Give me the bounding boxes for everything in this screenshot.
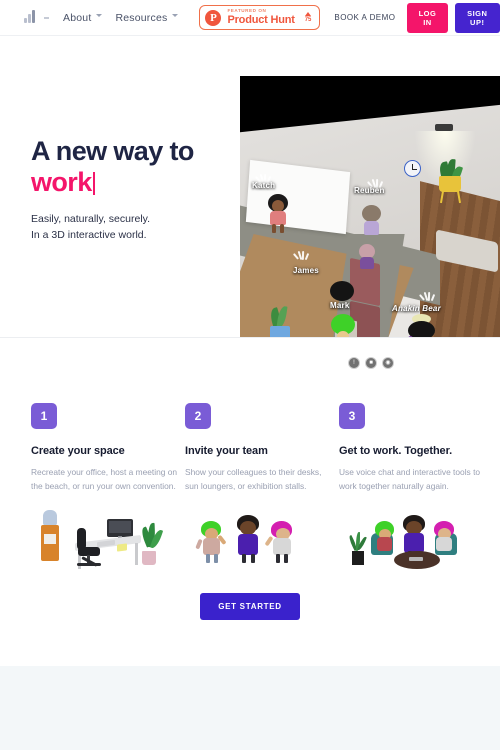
plant-pot-icon [352, 551, 364, 566]
step-card-3: 3 Get to work. Together. Use voice chat … [339, 403, 490, 579]
hero-title-line-1: A new way to [31, 136, 194, 166]
avatar-torso [273, 538, 291, 556]
scene-plant-pot [439, 176, 461, 192]
avatar-torso [238, 534, 258, 556]
camera-icon[interactable]: ■ [365, 357, 377, 369]
avatar-body [364, 221, 379, 235]
office-illustration [31, 507, 182, 579]
nav-divider-dash [44, 16, 49, 19]
avatar-name-james: James [293, 266, 319, 275]
avatar-body [360, 257, 374, 269]
chevron-down-icon [172, 14, 179, 21]
product-hunt-vote-count: 75 [304, 17, 312, 23]
logo-bar-3 [32, 9, 35, 23]
avatar-name-anakin-bear: Anakin Bear [392, 304, 441, 313]
sign-up-button[interactable]: SIGN UP! [454, 2, 500, 33]
avatar-leg [251, 554, 255, 564]
step-card-2: 2 Invite your team Show your colleagues … [185, 403, 336, 579]
nav-item-about-label: About [63, 11, 92, 24]
nav-item-resources[interactable]: Resources [109, 8, 185, 28]
avatar-torso [436, 537, 452, 552]
log-in-button[interactable]: LOG IN [407, 2, 448, 33]
step-title: Create your space [31, 445, 125, 457]
nav-item-resources-label: Resources [115, 11, 168, 24]
site-header: About Resources P FEATURED ON Product Hu… [0, 0, 500, 36]
speaking-indicator [292, 248, 312, 261]
step-description: Recreate your office, host a meeting on … [31, 467, 178, 491]
meeting-illustration [339, 507, 490, 579]
steps-grid: 1 Create your space Recreate your office… [0, 403, 500, 579]
avatar-leg [284, 554, 288, 564]
steps-section: 1 Create your space Recreate your office… [0, 337, 500, 666]
logo-bar-2 [28, 13, 31, 23]
avatar-hair [330, 281, 354, 301]
step-number-badge: 3 [339, 403, 365, 429]
product-hunt-icon: P [205, 9, 222, 26]
landing-page: About Resources P FEATURED ON Product Hu… [0, 0, 500, 750]
avatar-leg [280, 224, 284, 233]
hero-subtitle-line-2: In a 3D interactive world. [31, 228, 147, 241]
avatar-name-reuben: Reuben [354, 186, 385, 195]
plant-pot-icon [142, 551, 156, 566]
logo-bar-1 [24, 17, 27, 23]
page-title: A new way to work [31, 136, 246, 199]
product-hunt-votes: 75 [304, 12, 312, 23]
avatar-leg [206, 554, 210, 564]
book-a-demo-link[interactable]: BOOK A DEMO [334, 13, 395, 22]
product-hunt-badge[interactable]: P FEATURED ON Product Hunt 75 [199, 4, 321, 31]
step-description: Show your colleagues to their desks, sun… [185, 467, 322, 491]
avatar-name-mark: Mark [330, 301, 350, 310]
avatar-arm [195, 538, 203, 550]
step-title: Invite your team [185, 445, 268, 457]
notepad-icon [117, 543, 127, 552]
avatar-leg [276, 554, 280, 564]
ceiling-lamp-icon [435, 124, 453, 131]
step-number-badge: 1 [31, 403, 57, 429]
water-cooler-jug-icon [43, 510, 57, 527]
screenshare-icon[interactable]: ◉ [382, 357, 394, 369]
water-cooler-icon [41, 525, 59, 562]
nav-item-about[interactable]: About [57, 8, 109, 28]
hero-title-line-2: work [31, 167, 92, 198]
hero-3d-scene[interactable]: Katch Reuben James Mark Anakin Bear ! ■ … [240, 76, 500, 373]
typing-cursor [92, 172, 95, 196]
step-title: Get to work. Together. [339, 445, 453, 457]
chevron-down-icon [96, 14, 103, 21]
office-chair-base [77, 563, 101, 567]
avatar-leg [214, 554, 218, 564]
product-hunt-name: Product Hunt [227, 14, 295, 27]
avatar-torso [404, 533, 424, 554]
microphone-icon[interactable]: ! [348, 357, 360, 369]
site-logo[interactable] [24, 9, 38, 26]
table-item-icon [409, 557, 423, 562]
hero-text-block: A new way to work Easily, naturally, sec… [31, 136, 246, 243]
get-started-button[interactable]: GET STARTED [200, 593, 300, 620]
step-description: Use voice chat and interactive tools to … [339, 467, 481, 491]
hero-subtitle: Easily, naturally, securely. In a 3D int… [31, 211, 246, 244]
avatar-body [270, 211, 286, 225]
avatar-torso [203, 538, 220, 556]
wall-clock-icon [404, 160, 421, 177]
hero-subtitle-line-1: Easily, naturally, securely. [31, 212, 151, 225]
footer-band [0, 666, 500, 750]
step-number-badge: 2 [185, 403, 211, 429]
avatar-arm [264, 536, 273, 547]
monitor-icon [107, 519, 133, 538]
avatar-name-katch: Katch [252, 181, 276, 190]
hero-section: A new way to work Easily, naturally, sec… [0, 36, 500, 373]
product-hunt-kicker: FEATURED ON [227, 7, 267, 13]
avatar-face [240, 521, 256, 536]
product-hunt-texts: FEATURED ON Product Hunt [227, 7, 295, 27]
cta-wrapper: GET STARTED [0, 593, 500, 620]
avatar-hair [362, 205, 381, 222]
caret-up-icon [305, 12, 312, 16]
scene-controls[interactable]: ! ■ ◉ [348, 357, 394, 369]
avatar-leg [242, 554, 246, 564]
step-card-1: 1 Create your space Recreate your office… [31, 403, 182, 579]
avatar-leg [272, 224, 276, 233]
speaking-indicator [418, 289, 438, 302]
desk-leg [135, 543, 138, 566]
team-illustration [185, 507, 336, 579]
avatar-torso [377, 537, 392, 552]
